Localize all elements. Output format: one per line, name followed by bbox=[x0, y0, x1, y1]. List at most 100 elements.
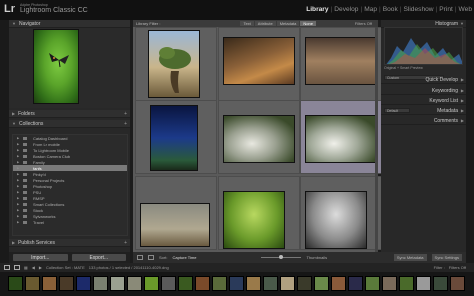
sort-select[interactable]: Capture Time bbox=[172, 255, 196, 260]
thumbnail-waterfall-selected[interactable] bbox=[305, 115, 377, 163]
filter-tab-none[interactable]: None bbox=[300, 21, 316, 26]
thumbnail-horse-race[interactable] bbox=[140, 203, 210, 247]
filmstrip-thumbnail[interactable] bbox=[76, 276, 91, 291]
module-slideshow[interactable]: Slideshow bbox=[403, 6, 433, 13]
filmstrip-count: 133 photos / 1 selected / 20141110-4029.… bbox=[88, 265, 169, 270]
collection-label: Travel bbox=[33, 219, 44, 225]
thumbnail-studio-interior[interactable] bbox=[223, 37, 295, 85]
second-window-icon[interactable] bbox=[14, 265, 20, 270]
navigator-image[interactable] bbox=[33, 29, 79, 104]
filmstrip-thumbnail[interactable] bbox=[212, 276, 227, 291]
collection-item[interactable]: ▶ Travel bbox=[13, 219, 127, 225]
filmstrip-filters-off[interactable]: Filters Off bbox=[449, 265, 466, 270]
export-button[interactable]: Export... bbox=[71, 254, 126, 261]
forward-arrow-icon[interactable]: ▶ bbox=[39, 265, 42, 270]
collection-label: RMSP bbox=[33, 195, 45, 201]
filmstrip-thumbnail[interactable] bbox=[127, 276, 142, 291]
filmstrip-thumbnail[interactable] bbox=[8, 276, 23, 291]
grid-cell[interactable] bbox=[135, 27, 217, 101]
thumbnail-bonsai-tree[interactable] bbox=[148, 30, 200, 98]
back-arrow-icon[interactable]: ◀ bbox=[32, 265, 35, 270]
grid-cell[interactable] bbox=[300, 27, 382, 101]
collections-header[interactable]: ▼ Collections + bbox=[9, 120, 130, 128]
grid-view-icon[interactable] bbox=[137, 255, 143, 260]
filmstrip-thumbnail[interactable] bbox=[399, 276, 414, 291]
sync-metadata-button[interactable]: Sync Metadata bbox=[393, 254, 427, 261]
filmstrip-thumbnail[interactable] bbox=[161, 276, 176, 291]
add-collection-icon[interactable]: + bbox=[124, 121, 127, 127]
thumbnail-size-slider[interactable] bbox=[261, 255, 302, 259]
collection-label: fanfs bbox=[33, 165, 42, 171]
comments-header[interactable]: Comments ▶ bbox=[381, 117, 466, 125]
filmstrip-thumbnail[interactable] bbox=[314, 276, 329, 291]
grid-cell[interactable] bbox=[218, 100, 300, 174]
filmstrip-thumbnail[interactable] bbox=[42, 276, 57, 291]
keywording-header[interactable]: Keywording ▶ bbox=[381, 87, 466, 95]
module-print[interactable]: Print bbox=[439, 6, 453, 13]
left-panel-edge[interactable] bbox=[0, 20, 9, 272]
module-develop[interactable]: Develop bbox=[334, 6, 358, 13]
filters-off-dropdown[interactable]: Filters Off bbox=[355, 21, 372, 26]
filmstrip-thumbnail[interactable] bbox=[450, 276, 465, 291]
filmstrip-thumbnail[interactable] bbox=[59, 276, 74, 291]
filmstrip-thumbnail[interactable] bbox=[195, 276, 210, 291]
module-library[interactable]: Library bbox=[306, 6, 328, 13]
quick-develop-header[interactable]: Quick Develop ▶ bbox=[381, 76, 466, 84]
module-web[interactable]: Web bbox=[459, 6, 472, 13]
keyword-list-header[interactable]: Keyword List ▶ bbox=[381, 97, 466, 105]
module-map[interactable]: Map bbox=[364, 6, 377, 13]
filter-tab-metadata[interactable]: Metadata bbox=[276, 21, 300, 26]
grid-cell[interactable] bbox=[218, 176, 300, 250]
filmstrip-thumbnail[interactable] bbox=[178, 276, 193, 291]
grid-cell[interactable] bbox=[135, 100, 217, 174]
filmstrip-thumbnail[interactable] bbox=[93, 276, 108, 291]
thumbnail-butterfly-green[interactable] bbox=[223, 191, 285, 249]
filmstrip-thumbnail[interactable] bbox=[331, 276, 346, 291]
grid-cell[interactable] bbox=[135, 176, 217, 250]
grid-icon[interactable]: ▦ bbox=[24, 265, 28, 270]
filmstrip-thumbnail[interactable] bbox=[229, 276, 244, 291]
metadata-header[interactable]: Metadata ▶ bbox=[381, 107, 466, 115]
tree-image bbox=[159, 47, 191, 93]
filmstrip-thumbnail[interactable] bbox=[297, 276, 312, 291]
grid-cell[interactable] bbox=[218, 27, 300, 101]
filmstrip-thumbnail[interactable] bbox=[25, 276, 40, 291]
filmstrip-source[interactable]: Collection Set : MATE bbox=[46, 265, 85, 270]
sync-settings-button[interactable]: Sync Settings bbox=[431, 254, 462, 261]
filmstrip-thumbnail[interactable] bbox=[144, 276, 159, 291]
filmstrip-thumbnail[interactable] bbox=[365, 276, 380, 291]
collection-set-icon bbox=[23, 208, 27, 212]
thumbnails-label: Thumbnails bbox=[306, 255, 328, 260]
add-publish-icon[interactable]: + bbox=[124, 240, 127, 246]
filmstrip-thumbnail[interactable] bbox=[348, 276, 363, 291]
loupe-view-icon[interactable] bbox=[148, 255, 154, 260]
filmstrip-thumbnail[interactable] bbox=[110, 276, 125, 291]
filmstrip-thumbnail[interactable] bbox=[416, 276, 431, 291]
collection-set-icon bbox=[23, 196, 27, 200]
import-button[interactable]: Import... bbox=[13, 254, 68, 261]
grid-cell[interactable] bbox=[300, 176, 382, 250]
module-book[interactable]: Book bbox=[383, 6, 398, 13]
navigator-header[interactable]: ▼ Navigator bbox=[9, 20, 130, 28]
filmstrip-thumbnail[interactable] bbox=[263, 276, 278, 291]
thumbnail-butterfly-bw[interactable] bbox=[305, 191, 367, 249]
filmstrip-thumbnail[interactable] bbox=[433, 276, 448, 291]
butterfly-image bbox=[49, 53, 69, 68]
folders-header[interactable]: ▶ Folders + bbox=[9, 110, 130, 118]
filmstrip-thumbnail[interactable] bbox=[382, 276, 397, 291]
publish-services-header[interactable]: ▶ Publish Services + bbox=[9, 239, 130, 247]
right-panel-edge[interactable] bbox=[466, 20, 474, 272]
thumbnail-workshop[interactable] bbox=[305, 37, 377, 85]
filter-tab-text[interactable]: Text bbox=[240, 21, 254, 26]
navigator-preview[interactable] bbox=[9, 28, 130, 108]
add-folder-icon[interactable]: + bbox=[124, 111, 127, 117]
filter-tab-attribute[interactable]: Attribute bbox=[254, 21, 276, 26]
histogram[interactable] bbox=[384, 27, 463, 65]
thumbnail-waterfall[interactable] bbox=[223, 115, 295, 163]
thumbnail-night-sky[interactable] bbox=[150, 105, 198, 171]
filmstrip-thumbnail[interactable] bbox=[246, 276, 261, 291]
grid-cell-selected[interactable] bbox=[300, 100, 382, 174]
main-window-icon[interactable] bbox=[4, 265, 10, 270]
filmstrip-thumbnail[interactable] bbox=[280, 276, 295, 291]
grid-scrollbar[interactable] bbox=[375, 27, 378, 252]
